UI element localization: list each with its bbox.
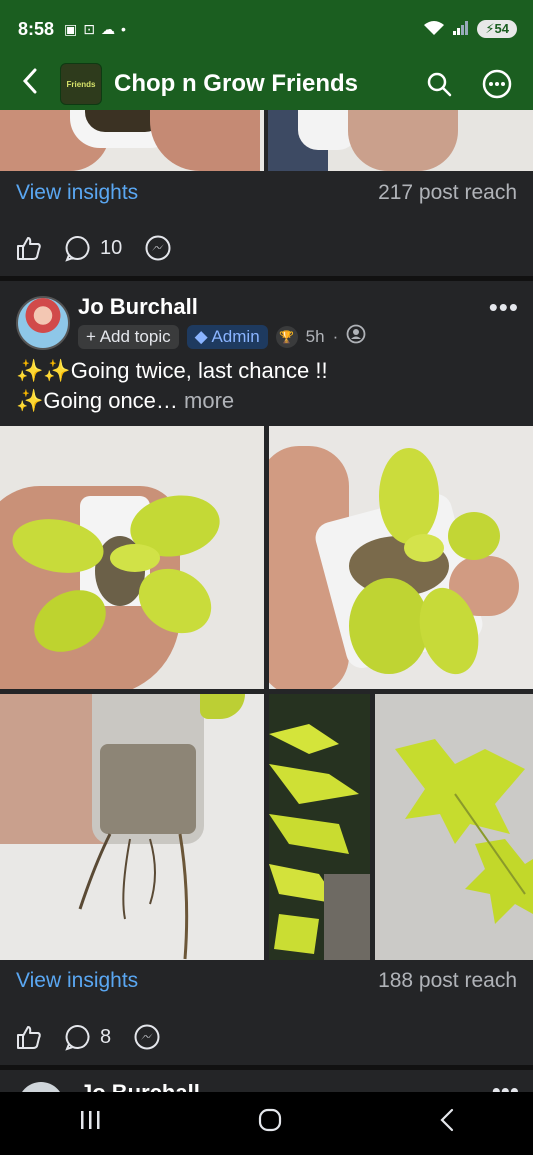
home-icon [259, 1108, 282, 1132]
recents-icon [81, 1111, 100, 1129]
battery-level: 54 [494, 21, 509, 36]
group-logo-text: Friends [66, 79, 96, 89]
group-header: Friends Chop n Grow Friends [0, 58, 533, 110]
post-text-line1: ✨✨Going twice, last chance !! [16, 358, 328, 383]
photo-5[interactable] [375, 694, 533, 960]
back-chevron-icon [440, 1108, 453, 1132]
post-text: ✨✨Going twice, last chance !! ✨Going onc… [16, 356, 328, 416]
post-time: 5h [305, 326, 325, 346]
wifi-icon [423, 20, 445, 39]
post-reach: 188 post reach [378, 969, 517, 992]
signal-icon [453, 20, 469, 38]
admin-badge: ◆ Admin [186, 324, 268, 349]
comment-count: 8 [100, 1025, 112, 1048]
post-reach: 217 post reach [378, 181, 517, 204]
battery-indicator: ⚡54 [477, 20, 517, 38]
back-button[interactable] [0, 68, 60, 100]
system-nav-bar [0, 1092, 533, 1155]
shield-icon: ◆ [194, 326, 208, 346]
post-options-button[interactable]: ••• [489, 292, 519, 323]
avatar[interactable] [18, 1082, 64, 1092]
add-topic-button[interactable]: + Add topic [78, 324, 179, 349]
post-text-line2: ✨Going once… [16, 388, 178, 413]
status-bar: 8:58 ▣ ⊡ ☁ • ⚡54 [0, 0, 533, 58]
thumbs-up-icon [17, 1026, 41, 1049]
previous-post-photos[interactable] [0, 110, 533, 171]
comment-icon [65, 1024, 90, 1051]
messenger-icon [145, 235, 171, 261]
photo-3[interactable] [0, 694, 264, 960]
post-divider [0, 1065, 533, 1070]
post1-actions: 10 [16, 234, 172, 262]
author-name[interactable]: Jo Burchall [80, 1080, 200, 1092]
clock: 8:58 [18, 18, 55, 39]
see-more-link[interactable]: more [184, 388, 234, 413]
thumbs-up-icon [17, 237, 41, 260]
search-icon [427, 72, 452, 97]
back-arrow-icon [22, 68, 37, 94]
search-button[interactable] [417, 62, 461, 106]
post2-header: Jo Burchall + Add topic ◆ Admin 🏆 5h · •… [16, 292, 533, 350]
like-button[interactable] [16, 1024, 42, 1050]
avatar[interactable] [16, 296, 70, 350]
comment-button[interactable]: 8 [64, 1023, 111, 1051]
messenger-share-button[interactable] [144, 234, 172, 262]
recent-apps-button[interactable] [78, 1109, 102, 1138]
photo-4[interactable] [269, 694, 370, 960]
cloud-icon: ☁ [101, 20, 115, 37]
home-button[interactable] [258, 1108, 282, 1139]
messenger-icon [134, 1024, 160, 1050]
screenshot-icon: ⊡ [83, 20, 95, 37]
comment-count: 10 [100, 236, 123, 259]
separator-dot: · [332, 326, 339, 346]
like-button[interactable] [16, 235, 42, 261]
group-title[interactable]: Chop n Grow Friends [114, 70, 417, 98]
trophy-icon: 🏆 [275, 325, 298, 348]
post-options-button[interactable]: ••• [492, 1076, 519, 1092]
previous-photo-2[interactable] [268, 110, 533, 171]
messenger-share-button[interactable] [133, 1023, 161, 1051]
post2-photo-grid [0, 426, 533, 960]
author-name[interactable]: Jo Burchall [78, 294, 198, 320]
notification-icons: ▣ ⊡ ☁ • [64, 21, 126, 38]
back-button[interactable] [439, 1108, 455, 1139]
comment-button[interactable]: 10 [64, 234, 122, 262]
audience-icon [346, 324, 366, 349]
post-meta: + Add topic ◆ Admin 🏆 5h · [78, 324, 366, 349]
post2-insights-row: View insights 188 post reach [16, 969, 517, 993]
photo-1[interactable] [0, 426, 264, 689]
dot-icon: • [121, 21, 126, 37]
photo-2[interactable] [269, 426, 533, 689]
post1-insights-row: View insights 217 post reach [16, 181, 517, 205]
admin-label: Admin [211, 326, 260, 346]
more-options-button[interactable] [475, 62, 519, 106]
comment-icon [65, 235, 90, 262]
previous-photo-1[interactable] [0, 110, 264, 171]
post2-actions: 8 [16, 1023, 161, 1051]
more-circle-icon [482, 69, 512, 99]
view-insights-link[interactable]: View insights [16, 969, 138, 993]
view-insights-link[interactable]: View insights [16, 181, 138, 205]
group-logo[interactable]: Friends [60, 63, 102, 105]
app-icon: ▣ [64, 20, 78, 37]
post-divider [0, 276, 533, 281]
next-post-peek: Jo Burchall ••• [0, 1072, 533, 1092]
